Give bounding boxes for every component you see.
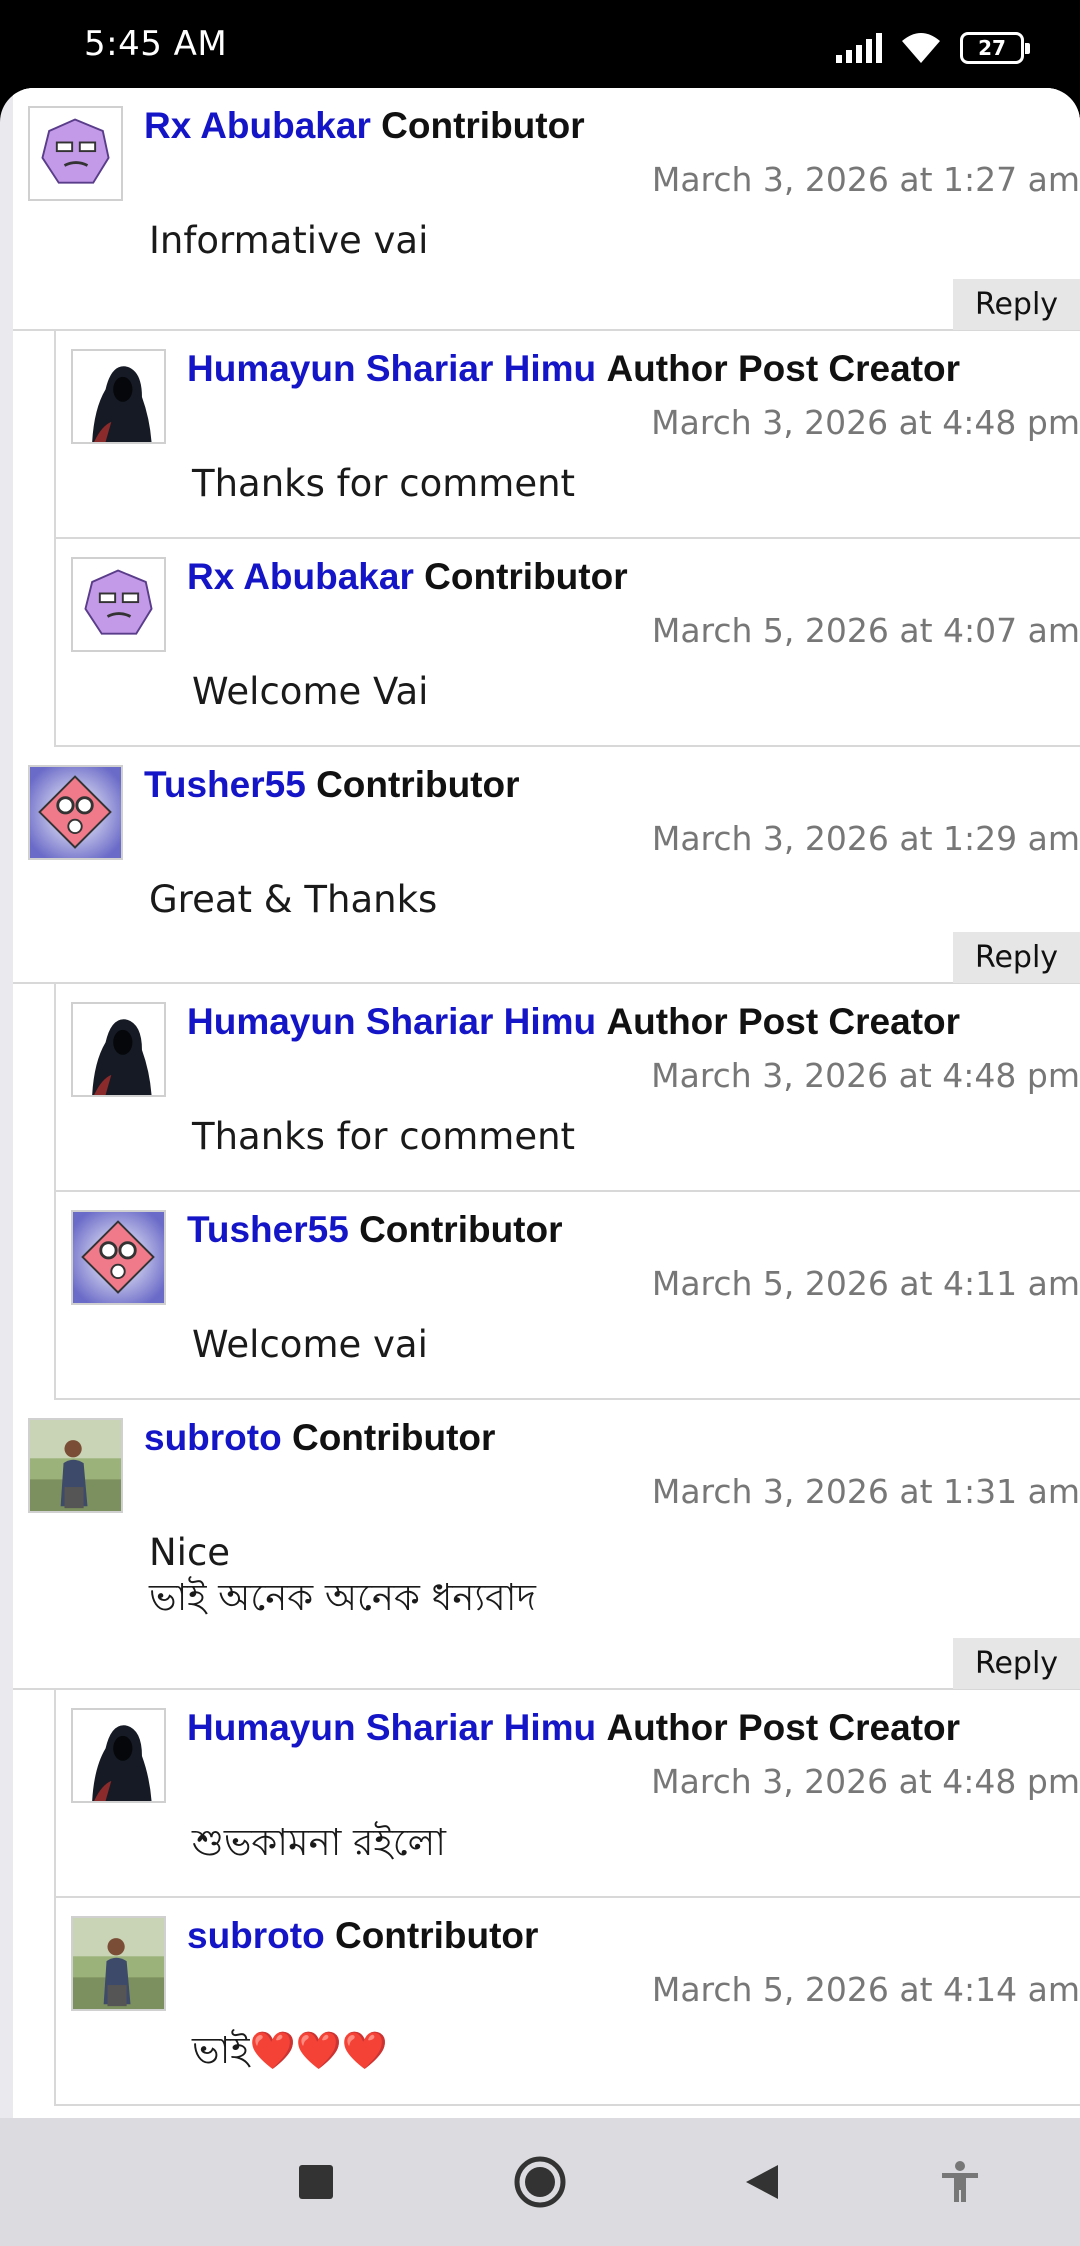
- navigation-bar: [0, 2118, 1080, 2246]
- accessibility-button[interactable]: [928, 2150, 992, 2214]
- comment-author[interactable]: Rx Abubakar: [187, 556, 414, 597]
- comment-header: Rx Abubakar Contributor: [144, 105, 585, 147]
- comment-date[interactable]: March 3, 2026 at 4:48 pm: [651, 1762, 1080, 1801]
- comment-header: Tusher55 Contributor: [187, 1209, 563, 1251]
- status-time: 5:45 AM: [84, 24, 228, 64]
- comment-date[interactable]: March 3, 2026 at 4:48 pm: [651, 1056, 1080, 1095]
- hooded-figure-avatar[interactable]: [71, 1708, 166, 1803]
- comment-header: Rx Abubakar Contributor: [187, 556, 628, 598]
- comment-header: Humayun Shariar Himu Author Post Creator: [187, 348, 960, 390]
- reply-button[interactable]: Reply: [953, 932, 1080, 983]
- comment-date[interactable]: March 5, 2026 at 4:07 am: [652, 611, 1080, 650]
- comment-author[interactable]: Humayun Shariar Himu: [187, 348, 596, 389]
- photo-avatar[interactable]: [71, 1916, 166, 2011]
- purple-face-avatar[interactable]: [71, 557, 166, 652]
- comment-reply: subroto Contributor March 5, 2026 at 4:1…: [54, 1898, 1080, 2106]
- comment-role: Contributor: [316, 764, 520, 805]
- comment-date[interactable]: March 5, 2026 at 4:11 am: [652, 1264, 1080, 1303]
- circle-icon: [514, 2156, 566, 2208]
- hooded-figure-avatar[interactable]: [71, 349, 166, 444]
- signal-icon: [836, 33, 882, 63]
- home-button[interactable]: [508, 2150, 572, 2214]
- comment-text: Welcome vai: [192, 1323, 428, 1366]
- comment-text: Thanks for comment: [192, 462, 576, 505]
- comment-role: Contributor: [424, 556, 628, 597]
- comment-reply: Humayun Shariar Himu Author Post Creator…: [54, 331, 1080, 539]
- comment-header: Tusher55 Contributor: [144, 764, 520, 806]
- recents-button[interactable]: [284, 2150, 348, 2214]
- comment-text: Thanks for comment: [192, 1115, 576, 1158]
- comment-author[interactable]: Humayun Shariar Himu: [187, 1001, 596, 1042]
- status-bar: 5:45 AM 27: [0, 0, 1080, 92]
- comment-role: Author Post Creator: [606, 1001, 961, 1042]
- comment-date[interactable]: March 3, 2026 at 4:48 pm: [651, 403, 1080, 442]
- battery-icon: 27: [960, 32, 1030, 64]
- comment-reply: Tusher55 Contributor March 5, 2026 at 4:…: [54, 1192, 1080, 1400]
- comment-role: Contributor: [359, 1209, 563, 1250]
- comment-list: Rx Abubakar Contributor March 3, 2026 at…: [13, 88, 1080, 2118]
- comment-header: subroto Contributor: [144, 1417, 495, 1459]
- diamond-face-avatar[interactable]: [28, 765, 123, 860]
- comment: Tusher55 Contributor March 3, 2026 at 1:…: [13, 747, 1080, 984]
- comment-header: Humayun Shariar Himu Author Post Creator: [187, 1001, 960, 1043]
- battery-level: 27: [978, 36, 1006, 60]
- status-icons: 27: [836, 28, 1030, 68]
- comment-author[interactable]: Rx Abubakar: [144, 105, 371, 146]
- comment-author[interactable]: subroto: [187, 1915, 325, 1956]
- comment-author[interactable]: Tusher55: [187, 1209, 349, 1250]
- comment-role: Contributor: [381, 105, 585, 146]
- triangle-back-icon: [746, 2165, 778, 2199]
- comment-text: ভাই❤️❤️❤️: [192, 2029, 388, 2072]
- wifi-icon: [902, 33, 940, 63]
- comment-reply: Rx Abubakar Contributor March 5, 2026 at…: [54, 539, 1080, 747]
- comment-author[interactable]: Tusher55: [144, 764, 306, 805]
- comment-date[interactable]: March 3, 2026 at 1:27 am: [652, 160, 1080, 199]
- reply-button[interactable]: Reply: [953, 279, 1080, 330]
- purple-face-avatar[interactable]: [28, 106, 123, 201]
- comment-role: Contributor: [291, 1417, 496, 1458]
- diamond-face-avatar[interactable]: [71, 1210, 166, 1305]
- comment-header: subroto Contributor: [187, 1915, 538, 1957]
- photo-avatar[interactable]: [28, 1418, 123, 1513]
- back-button[interactable]: [730, 2150, 794, 2214]
- comment-text: Nice ভাই অনেক অনেক ধন্যবাদ: [149, 1531, 536, 1619]
- accessibility-icon: [942, 2161, 978, 2202]
- comment-role: Contributor: [334, 1915, 539, 1956]
- comment-reply: Humayun Shariar Himu Author Post Creator…: [54, 984, 1080, 1192]
- reply-button[interactable]: Reply: [953, 1638, 1080, 1689]
- comment-date[interactable]: March 3, 2026 at 1:29 am: [652, 819, 1080, 858]
- comment-text: Welcome Vai: [192, 670, 429, 713]
- comment-reply: Humayun Shariar Himu Author Post Creator…: [54, 1690, 1080, 1898]
- comment-date[interactable]: March 5, 2026 at 4:14 am: [652, 1970, 1080, 2009]
- comment: subroto Contributor March 3, 2026 at 1:3…: [13, 1400, 1080, 1690]
- comment-text: Great & Thanks: [149, 878, 438, 921]
- comment-header: Humayun Shariar Himu Author Post Creator: [187, 1707, 960, 1749]
- comment-text: শুভকামনা রইলো: [192, 1821, 446, 1864]
- comment-author[interactable]: subroto: [144, 1417, 282, 1458]
- comment-role: Author Post Creator: [606, 1707, 961, 1748]
- comment: Rx Abubakar Contributor March 3, 2026 at…: [13, 88, 1080, 331]
- comment-date[interactable]: March 3, 2026 at 1:31 am: [652, 1472, 1080, 1511]
- comments-page[interactable]: Rx Abubakar Contributor March 3, 2026 at…: [0, 88, 1080, 2118]
- comment-role: Author Post Creator: [606, 348, 961, 389]
- comment-author[interactable]: Humayun Shariar Himu: [187, 1707, 596, 1748]
- comment-text: Informative vai: [149, 219, 429, 262]
- hooded-figure-avatar[interactable]: [71, 1002, 166, 1097]
- square-icon: [299, 2165, 333, 2199]
